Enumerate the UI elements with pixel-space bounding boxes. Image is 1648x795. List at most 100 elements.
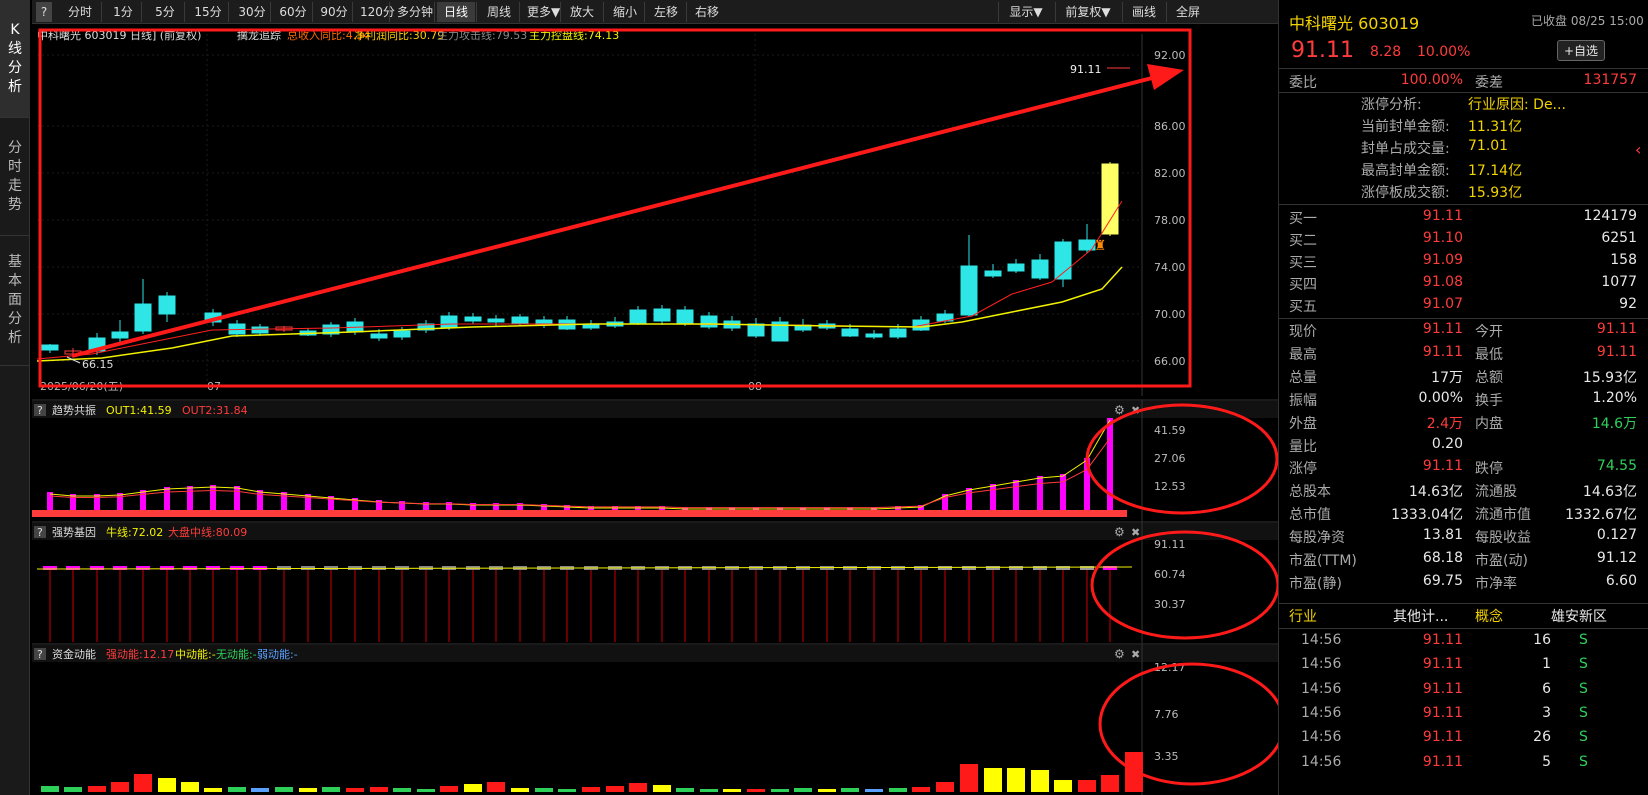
period-btn-7[interactable]: 120分 bbox=[355, 2, 395, 22]
period-btn-5[interactable]: 60分 bbox=[274, 2, 312, 22]
stat-value: 69.75 bbox=[1422, 572, 1463, 589]
period-btn-13[interactable]: 缩小 bbox=[606, 2, 644, 22]
candle-body bbox=[464, 316, 482, 322]
right-btn-1[interactable]: 前复权▼ bbox=[1058, 2, 1118, 22]
gear-icon: ⚙ bbox=[1114, 647, 1125, 661]
panel4-bar bbox=[299, 788, 317, 792]
toolbar-separator bbox=[101, 2, 102, 22]
trade-time: 14:56 bbox=[1301, 656, 1342, 673]
candle-body bbox=[511, 316, 529, 324]
stat-label: 流通市值 bbox=[1475, 507, 1531, 524]
period-btn-2[interactable]: 5分 bbox=[145, 2, 185, 22]
panel3-block bbox=[938, 566, 952, 570]
panel4-bar bbox=[1007, 768, 1025, 792]
trade-volume: 6 bbox=[1542, 680, 1551, 697]
panel4-bar bbox=[251, 788, 269, 792]
kline-svg[interactable]: 92.0086.0082.0078.0074.0070.0066.00中科曙光 … bbox=[32, 24, 1290, 795]
toolbar-separator bbox=[434, 2, 435, 22]
right-btn-3[interactable]: 全屏 bbox=[1169, 2, 1207, 22]
price-axis-label: 74.00 bbox=[1154, 261, 1186, 274]
price-pct: 10.00% bbox=[1417, 44, 1471, 60]
candle-body bbox=[158, 295, 176, 315]
stat-value: 17万 bbox=[1431, 369, 1463, 386]
panel4-bar bbox=[464, 784, 482, 792]
limit-info-value: 17.14亿 bbox=[1468, 163, 1523, 179]
period-btn-8[interactable]: 多分钟 bbox=[392, 2, 434, 22]
panel4-bar bbox=[794, 788, 812, 792]
bid-volume: 92 bbox=[1619, 296, 1637, 312]
stat-label: 跌停 bbox=[1475, 461, 1503, 478]
toolbar-separator bbox=[1055, 2, 1056, 22]
stat-label: 内盘 bbox=[1475, 415, 1503, 432]
right-btn-0[interactable]: 显示▼ bbox=[1001, 2, 1051, 22]
right-btn-2[interactable]: 画线 bbox=[1125, 2, 1163, 22]
panel4-bar bbox=[322, 787, 340, 792]
panel4-bar bbox=[134, 774, 152, 792]
panel-title: 强势基因 bbox=[52, 526, 96, 539]
divider bbox=[1279, 68, 1648, 69]
stat-value: 0.127 bbox=[1596, 527, 1637, 544]
panel4-bar bbox=[723, 789, 741, 792]
industry-value: 其他计... bbox=[1393, 609, 1449, 625]
bid-price: 91.11 bbox=[1422, 208, 1463, 224]
stat-value: 6.60 bbox=[1605, 572, 1637, 589]
stat-value: 1.20% bbox=[1592, 389, 1637, 406]
price-axis-label: 78.00 bbox=[1154, 214, 1186, 227]
period-btn-1[interactable]: 1分 bbox=[104, 2, 142, 22]
stat-label: 市盈(TTM) bbox=[1289, 553, 1357, 569]
panel4-bar bbox=[1054, 780, 1072, 792]
stat-label: 外盘 bbox=[1289, 415, 1317, 432]
panel3-block bbox=[1056, 566, 1070, 570]
panel4-bar bbox=[111, 782, 129, 792]
panel-help-icon-text: ? bbox=[37, 648, 43, 661]
panel3-axis-label: 30.37 bbox=[1154, 598, 1186, 611]
panel3-block bbox=[914, 566, 928, 570]
panel4-bar bbox=[487, 782, 505, 792]
candle-body bbox=[889, 328, 907, 338]
stat-label: 每股收益 bbox=[1475, 530, 1531, 547]
panel3-block bbox=[230, 566, 244, 570]
stat-label: 市盈(静) bbox=[1289, 575, 1342, 592]
rocket-icon: ♜ bbox=[1094, 238, 1107, 254]
kline-chart-area[interactable]: 92.00 86.00 82.00 78.00 74.00 70.00 66.00 中科曙光 … bbox=[32, 24, 1290, 795]
tab-intraday[interactable]: 分时走势 bbox=[0, 118, 30, 236]
trade-price: 91.11 bbox=[1422, 656, 1463, 673]
period-btn-10[interactable]: 周线 bbox=[479, 2, 519, 22]
candle-body bbox=[653, 308, 671, 322]
tab-kline-analysis[interactable]: K线分析 bbox=[0, 0, 30, 118]
period-btn-3[interactable]: 15分 bbox=[188, 2, 228, 22]
trade-time: 14:56 bbox=[1301, 753, 1342, 770]
period-btn-12[interactable]: 放大 bbox=[562, 2, 602, 22]
panel3-block bbox=[1009, 566, 1023, 570]
period-btn-4[interactable]: 30分 bbox=[232, 2, 272, 22]
stat-value: 15.93亿 bbox=[1582, 369, 1637, 386]
stat-value: 91.11 bbox=[1596, 321, 1637, 337]
period-btn-14[interactable]: 左移 bbox=[647, 2, 685, 22]
panel4-bar bbox=[984, 768, 1002, 792]
toolbar-separator bbox=[686, 2, 687, 22]
trade-side: S bbox=[1579, 704, 1588, 721]
price-change: 8.28 bbox=[1370, 44, 1402, 60]
period-btn-15[interactable]: 右移 bbox=[688, 2, 726, 22]
help-icon[interactable]: ? bbox=[36, 2, 52, 22]
limit-info-key: 涨停板成交额: bbox=[1361, 185, 1450, 201]
add-watch-button[interactable]: +自选 bbox=[1557, 40, 1606, 61]
period-btn-0[interactable]: 分时 bbox=[60, 2, 100, 22]
candle-body bbox=[1101, 163, 1119, 235]
quote-panel: 中科曙光 603019 已收盘 08/25 15:00 91.11 8.28 10.00… bbox=[1278, 0, 1648, 795]
collapse-arrow-icon[interactable]: ‹ bbox=[1635, 140, 1641, 159]
toolbar-separator bbox=[389, 2, 390, 22]
tab-fundamentals[interactable]: 基本面分析 bbox=[0, 236, 30, 366]
divider bbox=[1279, 603, 1648, 604]
period-btn-9[interactable]: 日线 bbox=[437, 2, 475, 22]
bid-price: 91.09 bbox=[1422, 252, 1463, 268]
trade-side: S bbox=[1579, 729, 1588, 746]
price-axis-label: 86.00 bbox=[1154, 120, 1186, 133]
candle-body bbox=[865, 333, 883, 338]
panel4-bar bbox=[88, 786, 106, 792]
period-btn-6[interactable]: 90分 bbox=[315, 2, 353, 22]
stat-value: 91.12 bbox=[1596, 550, 1637, 566]
period-btn-11[interactable]: 更多▼ bbox=[522, 2, 560, 22]
bid-volume: 158 bbox=[1610, 252, 1637, 268]
trade-time: 14:56 bbox=[1301, 680, 1342, 697]
